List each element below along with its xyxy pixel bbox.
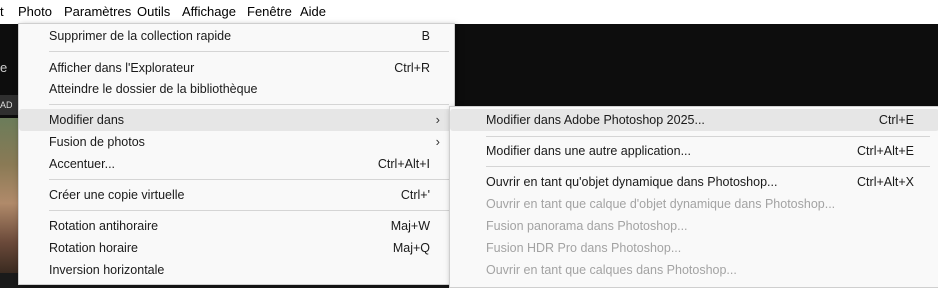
- modifier-dans-submenu: Modifier dans Adobe Photoshop 2025... Ct…: [449, 106, 938, 288]
- menu-separator: [49, 104, 449, 105]
- menu-item-modifier-dans[interactable]: Modifier dans ›: [19, 109, 454, 131]
- submenu-item-objet-dynamique[interactable]: Ouvrir en tant qu'objet dynamique dans P…: [450, 171, 938, 193]
- menu-item-inversion-horizontale[interactable]: Inversion horizontale: [19, 259, 454, 281]
- submenu-item-modifier-photoshop[interactable]: Modifier dans Adobe Photoshop 2025... Ct…: [450, 109, 938, 131]
- background-label: e: [0, 60, 8, 75]
- menu-bar: t Photo Paramètres Outils Affichage Fenê…: [0, 0, 938, 24]
- menu-photo[interactable]: Photo: [18, 0, 52, 24]
- submenu-item-calques-photoshop: Ouvrir en tant que calques dans Photosho…: [486, 263, 737, 277]
- chevron-right-icon: ›: [435, 112, 440, 127]
- menu-separator: [49, 179, 449, 180]
- menu-truncated[interactable]: t: [0, 0, 4, 24]
- menu-item-copie-virtuelle[interactable]: Créer une copie virtuelle Ctrl+': [19, 184, 454, 206]
- menu-affichage[interactable]: Affichage: [182, 0, 236, 24]
- submenu-item-fusion-hdr: Fusion HDR Pro dans Photoshop...: [486, 241, 682, 255]
- chevron-right-icon: ›: [435, 134, 440, 149]
- menu-item-rotation-horaire[interactable]: Rotation horaire Maj+Q: [19, 237, 454, 259]
- menu-separator: [49, 210, 449, 211]
- menu-item-fusion-photos[interactable]: Fusion de photos ›: [19, 131, 454, 153]
- menu-item-atteindre-dossier[interactable]: Atteindre le dossier de la bibliothèque: [19, 78, 454, 100]
- menu-item-rotation-antihoraire[interactable]: Rotation antihoraire Maj+W: [19, 215, 454, 237]
- menu-item-afficher-explorateur[interactable]: Afficher dans l'Explorateur Ctrl+R: [19, 57, 454, 79]
- photo-thumbnail[interactable]: [0, 118, 20, 273]
- menu-item-supprimer-collection-rapide[interactable]: Supprimer de la collection rapide B: [19, 25, 454, 47]
- background-toolbar-strip: AD: [0, 95, 20, 115]
- menu-item-accentuer[interactable]: Accentuer... Ctrl+Alt+I: [19, 153, 454, 175]
- menu-fenetre[interactable]: Fenêtre: [247, 0, 292, 24]
- menu-separator: [486, 136, 930, 137]
- submenu-item-calque-objet-dynamique: Ouvrir en tant que calque d'objet dynami…: [486, 197, 836, 211]
- menu-parametres[interactable]: Paramètres: [64, 0, 131, 24]
- submenu-item-autre-application[interactable]: Modifier dans une autre application... C…: [450, 140, 938, 162]
- photo-menu-dropdown: Supprimer de la collection rapide B Affi…: [18, 23, 455, 285]
- menu-outils[interactable]: Outils: [137, 0, 170, 24]
- menu-aide[interactable]: Aide: [300, 0, 326, 24]
- menu-separator: [49, 51, 449, 52]
- submenu-item-fusion-panorama: Fusion panorama dans Photoshop...: [486, 219, 688, 233]
- menu-separator: [486, 166, 930, 167]
